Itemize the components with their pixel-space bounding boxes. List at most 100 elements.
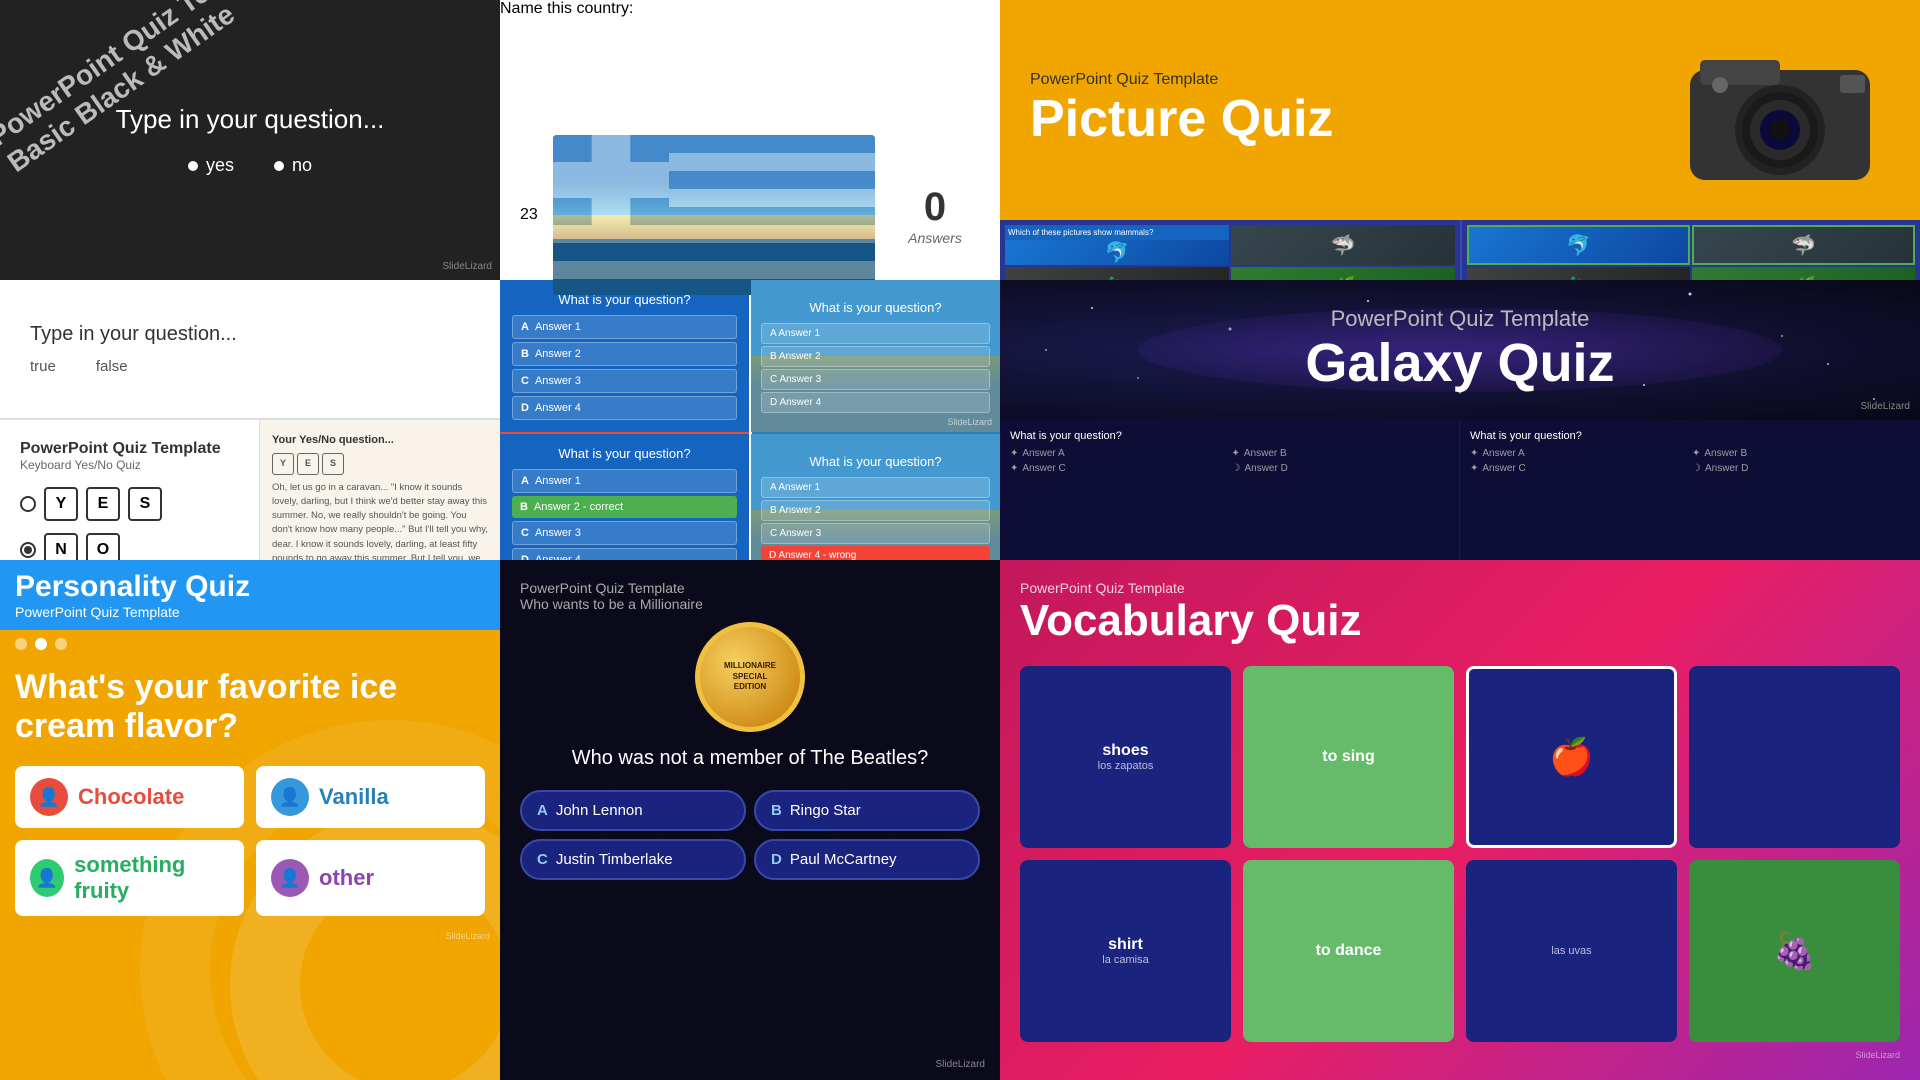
millionaire-answers: A John Lennon B Ringo Star C Justin Timb… (520, 790, 980, 880)
galaxy-main: PowerPoint Quiz Template Galaxy Quiz Sli… (1000, 280, 1920, 420)
galaxy-panel-2: What is your question? ✦ Answer A ✦ Answ… (1460, 420, 1920, 560)
millionaire-template-label: PowerPoint Quiz Template (520, 580, 685, 596)
millionaire-ans-a: A John Lennon (520, 790, 746, 831)
answer-fruity: 👤 something fruity (15, 840, 244, 916)
key-s: S (128, 487, 162, 521)
medallion-text: MILLIONAIRESPECIALEDITION (724, 661, 776, 692)
yes-row: Y E S (20, 487, 239, 521)
vocab-card-grapes-text: las uvas (1466, 860, 1677, 1042)
answers-label: Answers (890, 230, 980, 246)
millionaire-ans-d: D Paul McCartney (754, 839, 980, 880)
galaxy-template-label: PowerPoint Quiz Template (1305, 306, 1614, 332)
yes-no-question: Your Yes/No question... (272, 432, 488, 449)
qa-panel-1: What is your question? A Answer 1 B Answ… (500, 280, 749, 432)
vocab-title: Vocabulary Quiz (1020, 596, 1900, 646)
vocab-logo: SlideLizard (1020, 1050, 1900, 1060)
qa-panels: What is your question? A Answer 1 B Answ… (500, 280, 1000, 586)
answer-vanilla: 👤 Vanilla (256, 766, 485, 828)
vocab-card-shirt: shirt la camisa (1020, 860, 1231, 1042)
galaxy-bottom-panels: What is your question? ✦ Answer A ✦ Answ… (1000, 420, 1920, 560)
cell-millionaire: PowerPoint Quiz Template Who wants to be… (500, 560, 1000, 1080)
galaxy-p1-answers: ✦ Answer A ✦ Answer B ✦ Answer C ☽ Answe… (1010, 448, 1449, 474)
answer-chocolate: 👤 Chocolate (15, 766, 244, 828)
millionaire-ans-b: B Ringo Star (754, 790, 980, 831)
dot-no (274, 161, 284, 171)
avatar-vanilla: 👤 (271, 778, 309, 816)
avatar-fruity: 👤 (30, 859, 64, 897)
yes-keys-display: Y E S (272, 453, 488, 475)
apple-emoji: 🍎 (1549, 736, 1594, 778)
label-fruity: something fruity (74, 852, 229, 904)
galaxy-logo: SlideLizard (1861, 401, 1910, 412)
answers-count: 0 (890, 185, 980, 230)
vocab-card-empty1 (1689, 666, 1900, 848)
millionaire-medallion: MILLIONAIRESPECIALEDITION (695, 622, 805, 732)
dots-indicator (0, 630, 500, 658)
cell-galaxy-quiz: PowerPoint Quiz Template Galaxy Quiz Sli… (1000, 280, 1920, 560)
vocab-grid: shoes los zapatos to sing 🍎 shirt la cam… (1020, 666, 1900, 1042)
dot-yes (188, 161, 198, 171)
personality-title: Personality Quiz (15, 570, 485, 604)
personality-answers: 👤 Chocolate 👤 Vanilla 👤 something fruity… (0, 756, 500, 926)
avatar-other: 👤 (271, 859, 309, 897)
galaxy-p2-question: What is your question? (1470, 430, 1910, 442)
mammal-panels: Which of these pictures show mammals? 🐬 … (1000, 220, 1920, 280)
logo-slidelizard: SlideLizard (443, 261, 492, 272)
galaxy-title: Galaxy Quiz (1305, 332, 1614, 394)
personality-top-bar: Personality Quiz PowerPoint Quiz Templat… (0, 560, 500, 630)
keyboard-subtitle: Keyboard Yes/No Quiz (20, 458, 239, 472)
millionaire-ans-c: C Justin Timberlake (520, 839, 746, 880)
personality-question: What's your favorite ice cream flavor? (0, 658, 500, 756)
vocab-card-dance: to dance (1243, 860, 1454, 1042)
cell-summer-qa: PowerPoint Quiz Template Summer Breeze S… (500, 280, 1000, 560)
avatar-chocolate: 👤 (30, 778, 68, 816)
cell-personality-quiz: Personality Quiz PowerPoint Quiz Templat… (0, 560, 500, 1080)
picture-quiz-title: Picture Quiz (1030, 89, 1650, 149)
galaxy-p2-answers: ✦ Answer A ✦ Answer B ✦ Answer C ☽ Answe… (1470, 448, 1910, 474)
truefalse-panel: Type in your question... true false (0, 280, 500, 420)
truefalse-question: Type in your question... (30, 323, 470, 346)
keyboard-title: PowerPoint Quiz Template (20, 440, 239, 458)
millionaire-question: Who was not a member of The Beatles? (572, 747, 928, 770)
personality-subtitle: PowerPoint Quiz Template (15, 604, 485, 620)
mammal-panel-right: 🐬 🦈 🦎 🌿 (1460, 220, 1920, 280)
camera-image (1670, 20, 1890, 200)
picture-quiz-title-area: PowerPoint Quiz Template Picture Quiz (1030, 71, 1650, 149)
label-vanilla: Vanilla (319, 784, 389, 810)
logo-personality: SlideLizard (0, 926, 500, 946)
vocab-card-shoes: shoes los zapatos (1020, 666, 1231, 848)
cell-truefalse-keyboard: Type in your question... true false Powe… (0, 280, 500, 560)
rotated-title: PowerPoint Quiz TemplateBasic Black & Wh… (0, 0, 308, 179)
radio-no (20, 542, 36, 558)
question-number: 23 (520, 206, 538, 224)
answer-other: 👤 other (256, 840, 485, 916)
label-chocolate: Chocolate (78, 784, 184, 810)
cell-vocabulary-quiz: PowerPoint Quiz Template Vocabulary Quiz… (1000, 560, 1920, 1080)
cell-picture-quiz: PowerPoint Quiz Template Picture Quiz (1000, 0, 1920, 280)
key-e: E (86, 487, 120, 521)
country-header: Name this country: (500, 0, 1000, 18)
label-other: other (319, 865, 374, 891)
qa-panel-2: What is your question? A Answer 1 B Answ… (751, 280, 1000, 432)
millionaire-show-name: Who wants to be a Millionaire (520, 596, 703, 612)
vocab-template-label: PowerPoint Quiz Template (1020, 580, 1900, 596)
vocab-card-grapes: 🍇 (1689, 860, 1900, 1042)
truefalse-options: true false (30, 358, 470, 375)
key-y: Y (44, 487, 78, 521)
picture-quiz-subtitle: PowerPoint Quiz Template (1030, 71, 1650, 89)
radio-yes (20, 496, 36, 512)
vocab-card-sing: to sing (1243, 666, 1454, 848)
question-text: Type in your question... (116, 104, 385, 135)
option-no: no (274, 155, 312, 176)
galaxy-content: PowerPoint Quiz Template Galaxy Quiz (1305, 306, 1614, 394)
grapes-emoji: 🍇 (1772, 930, 1817, 972)
vocab-card-apple: 🍎 (1466, 666, 1677, 848)
galaxy-panel-1: What is your question? ✦ Answer A ✦ Answ… (1000, 420, 1460, 560)
option-yes: yes (188, 155, 234, 176)
flag-image (553, 135, 875, 295)
millionaire-logo: SlideLizard (936, 1059, 985, 1070)
cell-black-white: PowerPoint Quiz TemplateBasic Black & Wh… (0, 0, 500, 280)
qa2-question: What is your question? (761, 300, 990, 315)
answers-area: 0 Answers (890, 185, 980, 246)
galaxy-p1-question: What is your question? (1010, 430, 1449, 442)
